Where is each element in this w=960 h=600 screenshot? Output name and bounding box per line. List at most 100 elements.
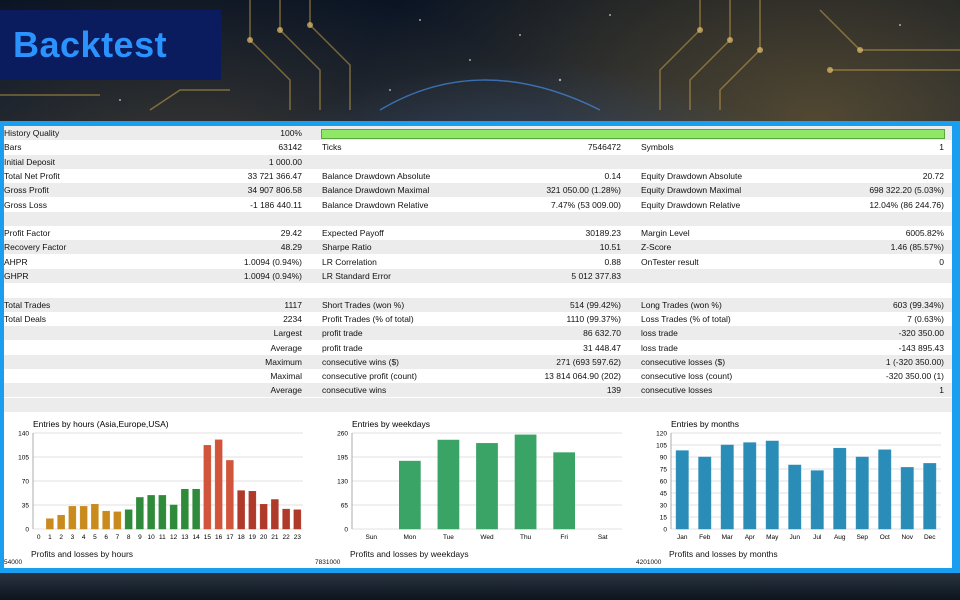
header-title-box: Backtest (0, 10, 221, 80)
y-tick-label: 0 (663, 527, 667, 534)
chart-bar (203, 445, 212, 530)
chart-bar (282, 508, 290, 530)
x-tick-label: 8 (127, 534, 131, 541)
x-tick-label: May (766, 534, 779, 541)
chart-bar (147, 495, 155, 530)
chart-bar (46, 518, 54, 530)
chart-title: Entries by weekdays (352, 419, 430, 429)
stat-value: 12.04% (86 244.76) (869, 199, 944, 210)
y-tick-label: 130 (337, 479, 348, 486)
x-tick-label: Sep (856, 534, 868, 541)
stat-label: OnTester result (641, 256, 699, 267)
stat-value: 7 (0.63%) (907, 313, 944, 324)
stat-label: Z-Score (641, 242, 672, 253)
stat-label: loss trade (641, 342, 678, 353)
stat-value: -1 186 440.11 (250, 199, 302, 210)
chart-title: Entries by hours (Asia,Europe,USA) (33, 419, 169, 429)
stat-label: Recovery Factor (4, 242, 67, 253)
x-tick-label: Tue (443, 534, 454, 541)
stat-value: 603 (99.34%) (892, 299, 944, 310)
chart-bar (810, 470, 824, 530)
stat-value: 1 (939, 142, 944, 153)
chart-bar (181, 488, 189, 530)
x-tick-label: 22 (283, 534, 291, 541)
pl-axis-top-label: 54000 (4, 559, 23, 566)
pl-axis-top-label: 4201000 (636, 559, 662, 566)
chart-bar (102, 510, 110, 530)
stat-label: Loss Trades (% of total) (641, 313, 731, 324)
stat-value: Maximal (270, 371, 302, 382)
chart-bar (259, 504, 268, 530)
stat-value: 2234 (283, 313, 302, 324)
stat-value: 0 (939, 256, 944, 267)
x-tick-label: 21 (271, 534, 279, 541)
stat-value: 321 050.00 (1.28%) (546, 185, 621, 196)
y-tick-label: 15 (660, 515, 668, 522)
report-frame: History Quality 100% Bars 63142 Ticks 7546472… (0, 121, 960, 573)
report-row: Profit Factor 29.42 Expected Payoff 30189.2… (4, 226, 952, 240)
stat-label: consecutive losses (641, 385, 713, 396)
stat-value: Average (270, 385, 302, 396)
stat-label: consecutive wins ($) (322, 356, 400, 367)
stat-value: 698 322.20 (5.03%) (869, 185, 944, 196)
x-tick-label: 7 (116, 534, 120, 541)
x-tick-label: 17 (226, 534, 234, 541)
report-row: AHPR 1.0094 (0.94%) LR Correlation 0.88 OnTe… (4, 255, 952, 269)
y-tick-label: 140 (18, 431, 29, 438)
chart-bar (248, 491, 257, 530)
chart-bar (293, 509, 302, 530)
chart-bar (136, 497, 144, 530)
x-tick-label: Mar (722, 534, 734, 541)
stat-value: 7.47% (53 009.00) (551, 199, 621, 210)
stat-value: 1.0094 (0.94%) (243, 271, 302, 281)
stat-value: 29.42 (280, 228, 302, 239)
stat-label: consecutive losses ($) (641, 356, 726, 367)
report-row: Gross Profit 34 907 806.58 Balance Drawdow… (4, 183, 952, 198)
x-tick-label: Nov (901, 534, 913, 541)
report-row: Total Deals 2234 Profit Trades (% of total… (4, 312, 952, 326)
stat-value: 20.72 (922, 170, 944, 181)
stat-label: LR Correlation (322, 256, 377, 267)
stat-value: 34 907 806.58 (247, 185, 302, 196)
x-tick-label: Mon (404, 534, 417, 541)
chart-bar (124, 509, 133, 530)
pl-axis-top-label: 7831000 (315, 559, 341, 566)
chart-bar (878, 449, 892, 530)
stat-value: 0.88 (604, 256, 621, 267)
chart-bar (923, 463, 937, 530)
y-tick-label: 0 (25, 527, 29, 534)
chart-bar (437, 439, 460, 530)
pl-chart-title: Profits and losses by months (669, 549, 778, 559)
x-tick-label: 4 (82, 534, 86, 541)
chart-bar (833, 447, 847, 530)
report-row: Total Trades 1117 Short Trades (won %) 514 … (4, 297, 952, 312)
x-tick-label: Jun (790, 534, 801, 541)
chart-bar (113, 511, 122, 530)
stat-value: -320 350.00 (1) (885, 371, 944, 382)
x-tick-label: 13 (181, 534, 189, 541)
x-tick-label: 3 (71, 534, 75, 541)
x-tick-label: 9 (138, 534, 142, 541)
x-tick-label: 16 (215, 534, 223, 541)
x-tick-label: 20 (260, 534, 268, 541)
entries-chart-0: Entries by hours (Asia,Europe,USA)035701… (18, 419, 303, 541)
y-tick-label: 120 (656, 431, 667, 438)
stat-label: Short Trades (won %) (322, 299, 405, 310)
bottom-strip (0, 573, 960, 600)
stat-label: Gross Profit (4, 185, 49, 196)
stat-value: -320 350.00 (898, 328, 944, 339)
chart-bar (192, 488, 200, 530)
stat-label: LR Standard Error (322, 271, 391, 281)
chart-bar (57, 515, 65, 530)
stat-value: 1117 (284, 299, 302, 310)
report-row: Bars 63142 Ticks 7546472 Symbols 1 (4, 140, 952, 154)
stat-value: 31 448.47 (583, 342, 621, 353)
stat-value: 33 721 366.47 (247, 170, 302, 181)
stat-value: 7546472 (587, 142, 621, 153)
x-tick-label: Fri (560, 534, 568, 541)
y-tick-label: 105 (18, 455, 29, 462)
stat-value: 63142 (278, 142, 302, 153)
chart-bar (399, 460, 421, 530)
stat-value: 1.0094 (0.94%) (243, 256, 302, 267)
entries-chart-1: Entries by weekdays 0 65 130 195 260 Sun Mon Tue… (337, 419, 622, 541)
